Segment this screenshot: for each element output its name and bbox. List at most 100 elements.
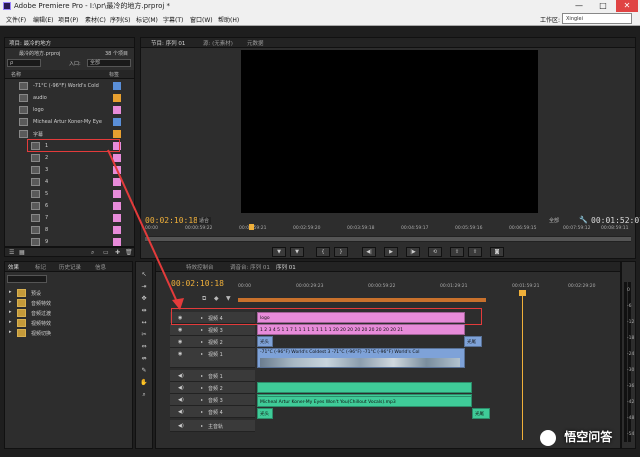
track-header[interactable]: ◀) ▸ 音频 3 [170, 394, 255, 406]
export-frame-button[interactable]: ◙ [490, 247, 504, 257]
speaker-icon[interactable]: ◀) [178, 423, 184, 429]
expand-track-icon[interactable]: ▸ [201, 385, 203, 390]
tab-program[interactable]: 节目: 序列 01 [151, 39, 185, 47]
effects-folder[interactable]: ▸ 视频切换 [5, 327, 135, 339]
tab-audio-mixer[interactable]: 调音台: 序列 01 [230, 263, 270, 271]
tab-markers[interactable]: 标记 [35, 263, 46, 271]
go-to-out-button[interactable]: } [334, 247, 348, 257]
tab-sequence[interactable]: 序列 01 [276, 263, 296, 271]
tab-effects[interactable]: 效果 [8, 263, 19, 271]
expand-track-icon[interactable]: ▸ [201, 339, 203, 344]
expand-track-icon[interactable]: ▸ [201, 423, 203, 428]
eye-icon[interactable]: ◉ [178, 327, 182, 333]
a4-head-clip[interactable]: 光头 [257, 408, 273, 419]
expand-arrow-icon[interactable]: ▸ [9, 329, 12, 335]
marker-icon[interactable]: ◆ [214, 295, 219, 302]
label-swatch[interactable] [113, 130, 121, 138]
lift-button[interactable]: ⇧ [450, 247, 464, 257]
menu-sequence[interactable]: 序列(S) [110, 15, 131, 24]
project-item[interactable]: -71°C (-96°F) World's Cold [5, 80, 135, 92]
track-header[interactable]: ◀) ▸ 音频 1 [170, 370, 255, 382]
in-select[interactable]: 全部 [87, 59, 131, 67]
track-header[interactable]: ◉ ▸ 视频 2 [170, 336, 255, 348]
timeline-playhead-handle[interactable] [519, 290, 526, 296]
label-swatch[interactable] [113, 106, 121, 114]
speaker-icon[interactable]: ◀) [178, 373, 184, 379]
icon-view-icon[interactable]: ▦ [19, 249, 25, 256]
mark-in-button[interactable]: ▼ [272, 247, 286, 257]
fit-select[interactable]: 适合 [197, 217, 212, 224]
find-icon[interactable]: ⌕ [91, 249, 94, 257]
expand-track-icon[interactable]: ▸ [201, 409, 203, 414]
audio3-clip[interactable]: Micheal Artur Koner-My Eyes Won't You(Ch… [257, 396, 472, 407]
list-view-icon[interactable]: ☰ [9, 249, 14, 256]
play-button[interactable]: ▶ [384, 247, 398, 257]
menu-help[interactable]: 帮助(H) [218, 15, 239, 24]
track-header[interactable]: ◀) ▸ 主音轨 [170, 420, 255, 432]
audio1-clip[interactable] [257, 382, 472, 393]
loop-button[interactable]: ⟲ [428, 247, 442, 257]
menu-project[interactable]: 项目(P) [58, 15, 78, 24]
menu-title[interactable]: 字幕(T) [163, 15, 183, 24]
timeline-ruler[interactable]: 00:00 00:00:29:23 00:00:59:22 00:01:29:21 00… [238, 284, 598, 293]
tab-effect-controls[interactable]: 特效控制台 [186, 263, 214, 271]
pen-tool-icon[interactable]: ✎ [139, 366, 149, 376]
work-area-bar[interactable] [238, 298, 486, 302]
eye-icon[interactable]: ◉ [178, 351, 182, 357]
program-ruler[interactable]: 00:0000:00:59:2200:01:59:2100:02:59:2000… [145, 226, 631, 235]
expand-arrow-icon[interactable]: ▸ [9, 289, 12, 295]
v2-head-clip[interactable]: 光头 [257, 336, 273, 347]
hand-tool-icon[interactable]: ✋ [139, 378, 149, 388]
menu-edit[interactable]: 编辑(E) [33, 15, 53, 24]
label-swatch[interactable] [113, 118, 121, 126]
tab-metadata[interactable]: 元数据 [247, 39, 264, 47]
expand-arrow-icon[interactable]: ▸ [9, 309, 12, 315]
wrench-icon[interactable]: 🔧 [579, 216, 588, 224]
tab-project[interactable]: 项目: 最冷的地方 [9, 39, 51, 47]
expand-track-icon[interactable]: ▸ [201, 327, 203, 332]
v2-tail-clip[interactable]: 光尾 [464, 336, 482, 347]
track-header[interactable]: ◉ ▸ 视频 3 [170, 324, 255, 336]
project-item[interactable]: logo [5, 104, 135, 116]
program-playhead[interactable] [249, 224, 254, 230]
razor-tool-icon[interactable]: ✂ [139, 330, 149, 340]
label-swatch[interactable] [113, 82, 121, 90]
maximize-button[interactable]: □ [592, 0, 614, 12]
column-name[interactable]: 名称 [11, 71, 21, 78]
menu-marker[interactable]: 标记(M) [136, 15, 158, 24]
track-header[interactable]: ◉ ▸ 视频 1 [170, 348, 255, 368]
program-video-display[interactable] [241, 50, 538, 213]
slide-tool-icon[interactable]: ⇎ [139, 354, 149, 364]
column-label[interactable]: 标签 [109, 71, 119, 78]
expand-arrow-icon[interactable]: ▸ [9, 319, 12, 325]
project-search-input[interactable]: ρ [7, 59, 41, 67]
step-forward-button[interactable]: |▶ [406, 247, 420, 257]
step-back-button[interactable]: ◀| [362, 247, 376, 257]
mark-out-button[interactable]: ▼ [290, 247, 304, 257]
slip-tool-icon[interactable]: ⇔ [139, 342, 149, 352]
extract-button[interactable]: ⇪ [468, 247, 482, 257]
menu-clip[interactable]: 素材(C) [85, 15, 106, 24]
track-header[interactable]: ◀) ▸ 音频 2 [170, 382, 255, 394]
menu-window[interactable]: 窗口(W) [190, 15, 213, 24]
video1-clip[interactable]: -71°C (-96°F) World's Coldest 3 -71°C (-… [257, 348, 465, 368]
expand-arrow-icon[interactable]: ▸ [9, 299, 12, 305]
effects-search-input[interactable] [7, 275, 47, 283]
speaker-icon[interactable]: ◀) [178, 409, 184, 415]
snap-icon[interactable]: ⧉ [202, 295, 206, 303]
close-button[interactable]: ✕ [616, 0, 638, 12]
speaker-icon[interactable]: ◀) [178, 397, 184, 403]
quality-select[interactable]: 全部 [549, 217, 559, 224]
expand-track-icon[interactable]: ▸ [201, 397, 203, 402]
tab-source[interactable]: 源: (无素材) [203, 39, 233, 47]
speaker-icon[interactable]: ◀) [178, 385, 184, 391]
tab-history[interactable]: 历史记录 [59, 263, 81, 271]
subtitle-clips[interactable]: 1 2 3 4 5 1 1 7 1 1 1 1 1 1 1 1 1 20 20 … [257, 324, 465, 335]
menu-file[interactable]: 文件(F) [6, 15, 26, 24]
add-marker-icon[interactable]: ▼ [226, 295, 231, 302]
rate-stretch-tool-icon[interactable]: ↔ [139, 318, 149, 328]
go-to-in-button[interactable]: { [316, 247, 330, 257]
track-header[interactable]: ◀) ▸ 音频 4 [170, 406, 255, 418]
project-item[interactable]: Micheal Artur Koner-My Eye [5, 116, 135, 128]
eye-icon[interactable]: ◉ [178, 339, 182, 345]
